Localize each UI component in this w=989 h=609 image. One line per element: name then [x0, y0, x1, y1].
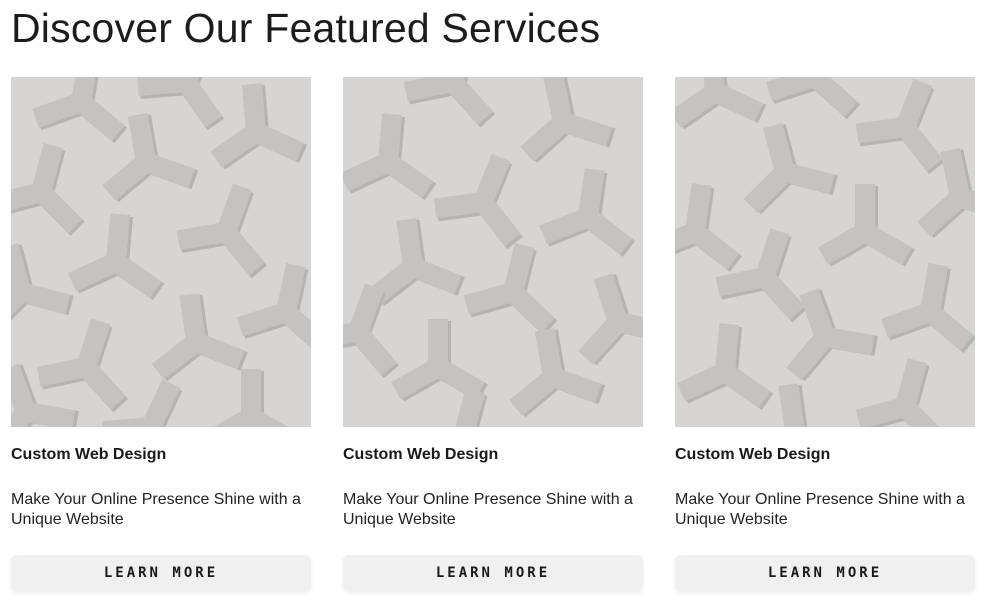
learn-more-button[interactable]: LEARN MORE [675, 555, 975, 591]
service-title: Custom Web Design [11, 446, 167, 463]
service-card: Custom Web Design Make Your Online Prese… [11, 77, 311, 591]
service-image-placeholder [343, 77, 643, 427]
y-pattern-graphic [343, 77, 643, 427]
learn-more-button[interactable]: LEARN MORE [343, 555, 643, 591]
service-description: Make Your Online Presence Shine with a U… [343, 491, 633, 528]
service-image-placeholder [675, 77, 975, 427]
service-title: Custom Web Design [343, 446, 499, 463]
y-pattern-graphic [11, 77, 311, 427]
service-description: Make Your Online Presence Shine with a U… [675, 491, 965, 528]
learn-more-button[interactable]: LEARN MORE [11, 555, 311, 591]
service-description: Make Your Online Presence Shine with a U… [11, 491, 301, 528]
service-title: Custom Web Design [675, 446, 831, 463]
service-image-placeholder [11, 77, 311, 427]
service-card: Custom Web Design Make Your Online Prese… [343, 77, 643, 591]
page-title: Discover Our Featured Services [11, 5, 601, 51]
services-card-list: Custom Web Design Make Your Online Prese… [11, 77, 975, 591]
service-card: Custom Web Design Make Your Online Prese… [675, 77, 975, 591]
y-pattern-graphic [675, 77, 975, 427]
